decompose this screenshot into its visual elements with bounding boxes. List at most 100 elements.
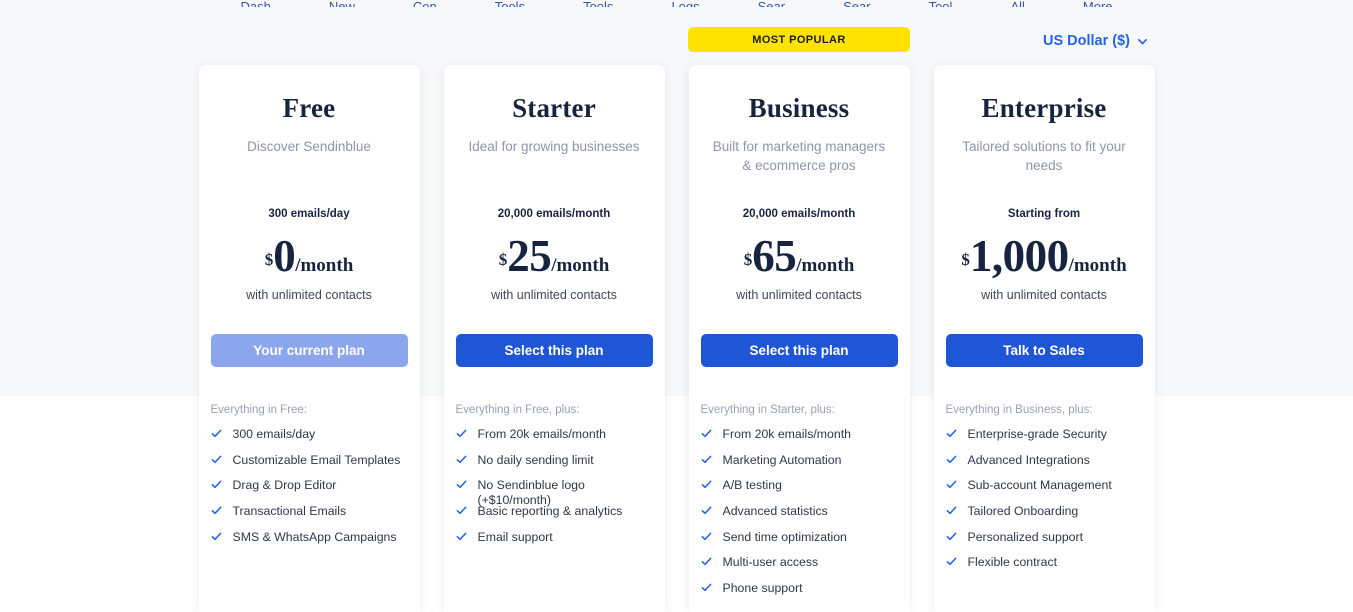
top-nav-item-0[interactable]: Dash [240,0,270,7]
price-currency-symbol: $ [498,250,508,269]
features-list: From 20k emails/month No daily sending li… [456,427,657,555]
feature-item: 300 emails/day [211,427,412,453]
features-heading: Everything in Business, plus: [945,404,1093,416]
check-icon [701,429,711,438]
plan-contacts-note: with unlimited contacts [981,288,1107,302]
check-icon [701,455,711,463]
plan-cta-button[interactable]: Talk to Sales [945,334,1143,367]
check-icon [701,506,711,515]
check-icon [946,455,956,463]
plan-price: $65/month [689,230,910,282]
check-icon [211,429,221,438]
plan-cta-button[interactable]: Select this plan [455,334,653,367]
feature-item: No Sendinblue logo (+$10/month) [456,478,657,507]
price-amount: 1,000 [969,231,1069,281]
plan-cta-button[interactable]: Your current plan [210,334,408,367]
feature-item: Enterprise-grade Security [946,427,1147,453]
price-period: /month [551,255,610,276]
pricing-card-free: Free Discover Sendinblue 300 emails/day $0/… [198,65,420,612]
feature-label: Personalized support [967,529,1084,544]
feature-label: Drag & Drop Editor [232,478,337,493]
plan-description: Ideal for growing businesses [468,139,640,154]
feature-item: Flexible contract [946,555,1147,581]
feature-label: Advanced Integrations [967,452,1090,467]
plan-price: $25/month [444,230,665,282]
features-list: From 20k emails/month Marketing Automatio… [701,427,902,607]
plan-contacts-note: with unlimited contacts [491,288,617,302]
currency-selector-label: US Dollar ($) [1043,33,1131,49]
top-nav-item-8[interactable]: Tool [929,0,953,7]
feature-label: Tailored Onboarding [967,504,1079,519]
most-popular-badge: MOST POPULAR [688,27,910,52]
plan-contacts-note: with unlimited contacts [736,288,862,302]
top-nav-item-3[interactable]: Tools [495,0,525,7]
top-nav-item-2[interactable]: Con [413,0,437,7]
price-amount: 0 [273,231,296,281]
feature-label: Transactional Emails [232,504,347,519]
top-nav-item-9[interactable]: All [1010,0,1024,7]
features-list: Enterprise-grade Security Advanced Integr… [946,427,1147,581]
check-icon [211,455,221,463]
top-nav-item-1[interactable]: New [329,0,355,7]
check-icon [701,583,711,592]
price-amount: 65 [752,231,797,281]
feature-item: Email support [456,530,657,556]
feature-item: Personalized support [946,530,1147,556]
plan-description: Tailored solutions to fit your needs [962,139,1126,173]
top-navigation[interactable]: Dash New Con Tools Tools Logs Sear Sear Tool All M… [0,0,1353,7]
check-icon [946,506,956,515]
top-nav-item-10[interactable]: More [1083,0,1113,7]
feature-item: A/B testing [701,478,902,504]
feature-item: Marketing Automation [701,453,902,479]
pricing-page: Dash New Con Tools Tools Logs Sear Sear Tool All M… [0,0,1353,612]
plan-quota: Starting from [1007,208,1081,220]
feature-label: 300 emails/day [232,427,316,441]
features-heading: Everything in Free: [210,404,308,416]
plan-name: Business [748,93,850,123]
price-period: /month [295,255,354,276]
check-icon [211,532,221,540]
feature-item: Advanced statistics [701,504,902,530]
plan-description: Discover Sendinblue [247,139,371,154]
check-icon [456,506,466,515]
top-nav-item-5[interactable]: Logs [671,0,699,7]
check-icon [456,429,466,438]
check-icon [946,558,956,566]
feature-label: No daily sending limit [477,452,594,467]
feature-item: Phone support [701,581,902,607]
top-nav-item-6[interactable]: Sear [758,0,785,7]
price-currency-symbol: $ [961,250,970,269]
pricing-card-enterprise: Enterprise Tailored solutions to fit your… [933,65,1155,612]
feature-item: Advanced Integrations [946,453,1147,479]
plan-description: Built for marketing managers & ecommerce… [712,139,886,173]
feature-label: Marketing Automation [722,452,842,467]
feature-label: Basic reporting & analytics [477,504,623,519]
feature-label: From 20k emails/month [477,427,606,441]
feature-item: Send time optimization [701,530,902,556]
feature-label: Send time optimization [722,529,847,544]
check-icon [946,532,956,540]
plan-cta-button[interactable]: Select this plan [700,334,898,367]
plan-quota: 20,000 emails/month [742,208,856,220]
price-amount: 25 [507,231,552,281]
pricing-card-business: Business Built for marketing managers & e… [688,65,910,612]
features-list: 300 emails/day Customizable Email Templat… [211,427,412,555]
plan-quota: 300 emails/day [268,208,350,220]
check-icon [701,532,711,540]
plan-name: Free [282,93,336,123]
plan-contacts-note: with unlimited contacts [246,288,372,302]
currency-selector[interactable]: US Dollar ($) [1043,33,1148,49]
check-icon [211,506,221,515]
top-nav-item-4[interactable]: Tools [583,0,613,7]
check-icon [456,480,466,489]
feature-label: Email support [477,529,553,544]
price-period: /month [1068,255,1127,276]
plan-name: Enterprise [981,93,1107,123]
top-nav-item-7[interactable]: Sear [843,0,870,7]
feature-item: Sub-account Management [946,478,1147,504]
feature-item: Transactional Emails [211,504,412,530]
check-icon [456,532,466,540]
features-heading: Everything in Starter, plus: [700,404,835,416]
feature-item: SMS & WhatsApp Campaigns [211,530,412,556]
plan-price: $0/month [199,230,420,282]
